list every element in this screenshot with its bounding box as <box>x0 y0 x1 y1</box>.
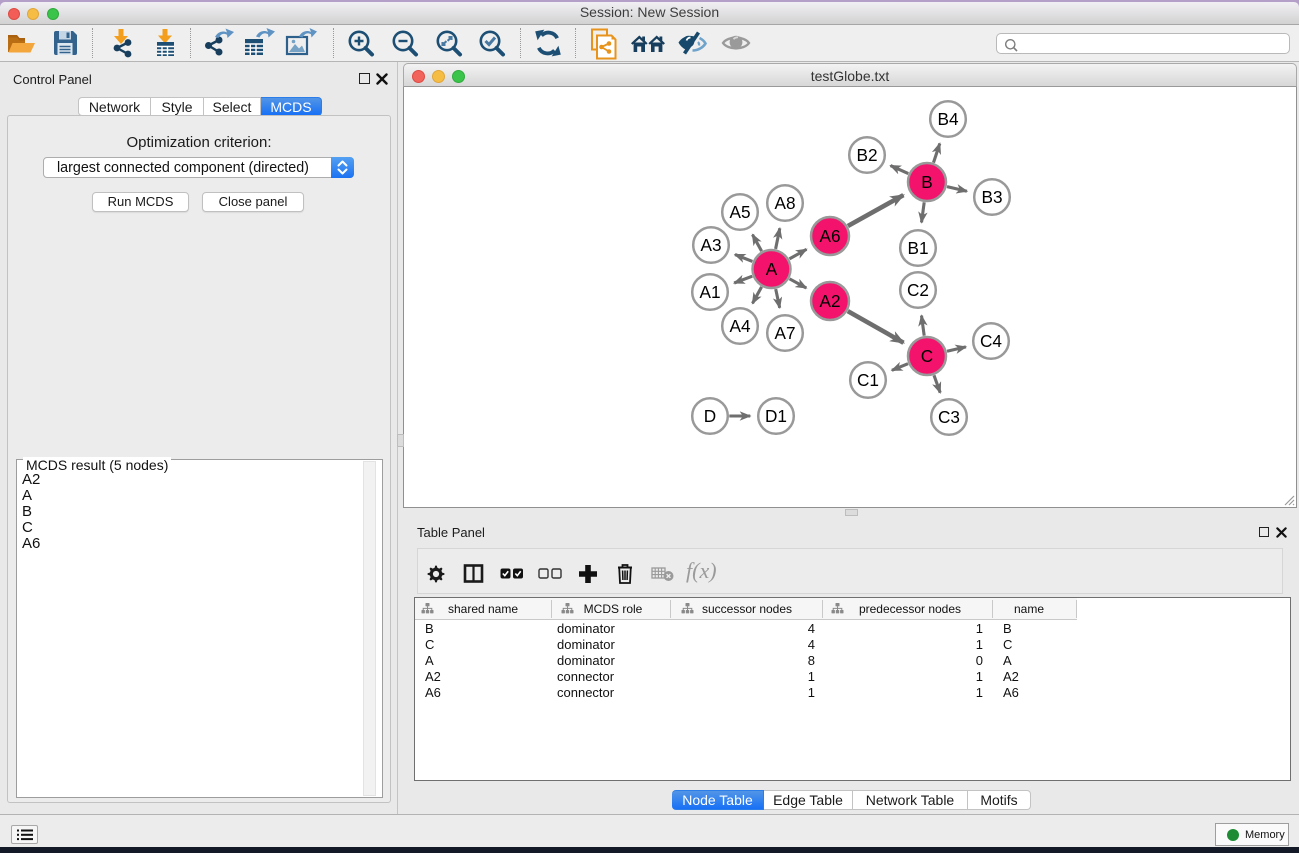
svg-text:A7: A7 <box>774 323 795 343</box>
svg-text:B1: B1 <box>907 238 928 258</box>
svg-text:B2: B2 <box>856 145 877 165</box>
svg-text:D: D <box>704 406 716 426</box>
svg-text:B: B <box>921 172 932 192</box>
svg-text:A6: A6 <box>819 226 840 246</box>
svg-text:A3: A3 <box>700 235 721 255</box>
svg-text:C1: C1 <box>857 370 879 390</box>
svg-text:B3: B3 <box>981 187 1002 207</box>
svg-text:C3: C3 <box>938 407 960 427</box>
svg-text:A8: A8 <box>774 193 795 213</box>
svg-text:B4: B4 <box>937 109 958 129</box>
svg-text:A2: A2 <box>819 291 840 311</box>
svg-text:A4: A4 <box>729 316 750 336</box>
svg-text:D1: D1 <box>765 406 787 426</box>
svg-text:A: A <box>766 259 778 279</box>
svg-text:C: C <box>921 346 933 366</box>
svg-text:C2: C2 <box>907 280 929 300</box>
svg-text:A5: A5 <box>729 202 750 222</box>
svg-text:A1: A1 <box>699 282 720 302</box>
svg-text:C4: C4 <box>980 331 1002 351</box>
